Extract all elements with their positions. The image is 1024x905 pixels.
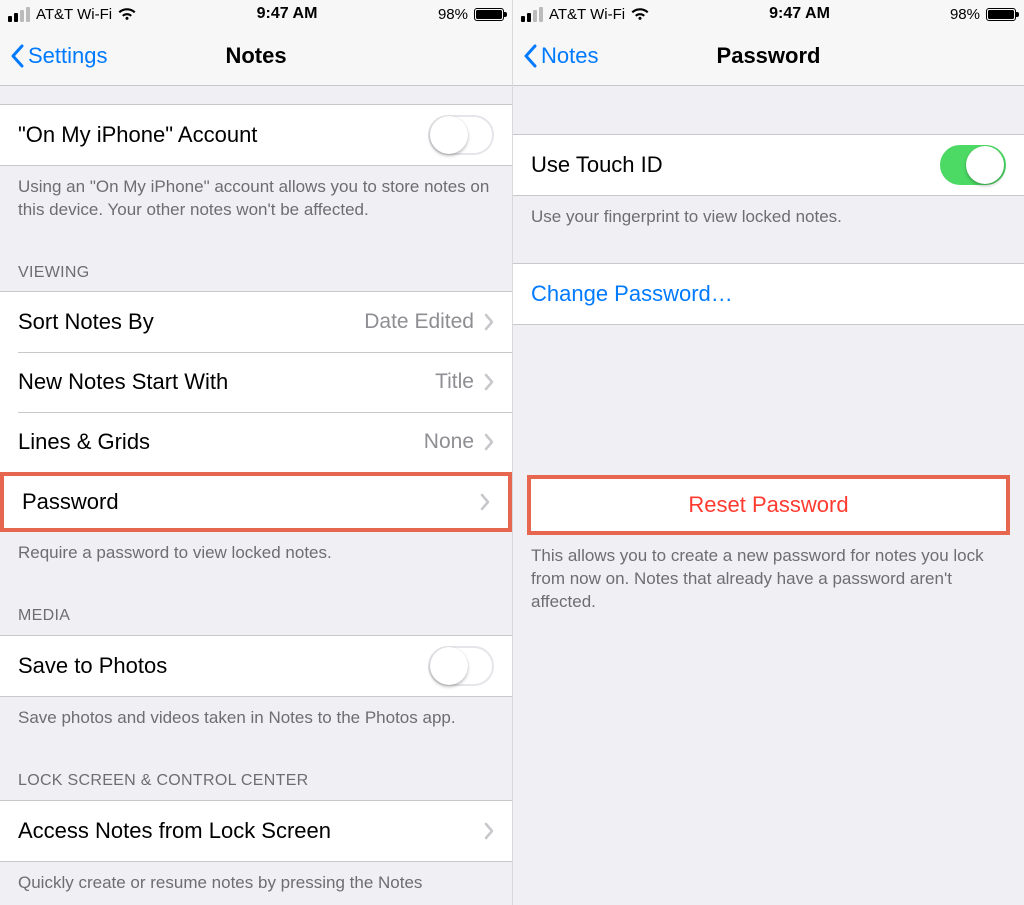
signal-icon — [521, 7, 543, 22]
chevron-left-icon — [10, 44, 24, 68]
reset-password-label: Reset Password — [688, 492, 848, 518]
carrier-label: AT&T Wi-Fi — [36, 6, 112, 23]
use-touch-id-label: Use Touch ID — [531, 152, 940, 178]
new-notes-start-label: New Notes Start With — [18, 369, 435, 395]
back-button[interactable]: Settings — [10, 43, 108, 69]
chevron-left-icon — [523, 44, 537, 68]
viewing-header: VIEWING — [0, 236, 512, 292]
save-to-photos-footer: Save photos and videos taken in Notes to… — [0, 697, 512, 744]
password-label: Password — [22, 489, 480, 515]
on-my-iphone-label: "On My iPhone" Account — [18, 122, 428, 148]
chevron-right-icon — [484, 313, 494, 331]
reset-password-footer: This allows you to create a new password… — [513, 535, 1024, 628]
change-password-label: Change Password… — [531, 281, 1006, 307]
lines-grids-row[interactable]: Lines & Grids None — [0, 412, 512, 472]
lines-grids-label: Lines & Grids — [18, 429, 424, 455]
status-time: 9:47 AM — [769, 5, 830, 23]
chevron-right-icon — [484, 822, 494, 840]
save-to-photos-toggle[interactable] — [428, 646, 494, 686]
save-to-photos-row[interactable]: Save to Photos — [0, 636, 512, 696]
notes-settings-screen: AT&T Wi-Fi 9:47 AM 98% Settings Notes "O… — [0, 0, 512, 905]
chevron-right-icon — [484, 433, 494, 451]
battery-percent: 98% — [438, 6, 468, 23]
lines-grids-value: None — [424, 430, 474, 454]
on-my-iphone-row[interactable]: "On My iPhone" Account — [0, 105, 512, 165]
use-touch-id-row[interactable]: Use Touch ID — [513, 135, 1024, 195]
chevron-right-icon — [480, 493, 490, 511]
nav-bar: Settings Notes — [0, 26, 512, 86]
password-footer: Require a password to view locked notes. — [0, 532, 512, 579]
battery-icon — [986, 8, 1016, 21]
status-bar: AT&T Wi-Fi 9:47 AM 98% — [513, 0, 1024, 26]
touch-id-footer: Use your fingerprint to view locked note… — [513, 196, 1024, 243]
password-settings-screen: AT&T Wi-Fi 9:47 AM 98% Notes Password Us… — [512, 0, 1024, 905]
save-to-photos-label: Save to Photos — [18, 653, 428, 679]
reset-password-row[interactable]: Reset Password — [527, 475, 1010, 535]
media-header: MEDIA — [0, 579, 512, 635]
access-lock-label: Access Notes from Lock Screen — [18, 818, 484, 844]
new-notes-start-row[interactable]: New Notes Start With Title — [0, 352, 512, 412]
status-bar: AT&T Wi-Fi 9:47 AM 98% — [0, 0, 512, 26]
sort-notes-value: Date Edited — [364, 310, 474, 334]
signal-icon — [8, 7, 30, 22]
change-password-row[interactable]: Change Password… — [513, 264, 1024, 324]
battery-icon — [474, 8, 504, 21]
back-label: Notes — [541, 43, 598, 69]
new-notes-start-value: Title — [435, 370, 474, 394]
wifi-icon — [631, 7, 649, 21]
sort-notes-label: Sort Notes By — [18, 309, 364, 335]
access-lock-row[interactable]: Access Notes from Lock Screen — [0, 801, 512, 861]
lock-screen-header: LOCK SCREEN & CONTROL CENTER — [0, 744, 512, 800]
on-my-iphone-toggle[interactable] — [428, 115, 494, 155]
carrier-label: AT&T Wi-Fi — [549, 6, 625, 23]
access-lock-footer: Quickly create or resume notes by pressi… — [0, 862, 512, 905]
back-label: Settings — [28, 43, 108, 69]
back-button[interactable]: Notes — [523, 43, 598, 69]
chevron-right-icon — [484, 373, 494, 391]
battery-percent: 98% — [950, 6, 980, 23]
password-row[interactable]: Password — [0, 472, 512, 532]
use-touch-id-toggle[interactable] — [940, 145, 1006, 185]
status-time: 9:47 AM — [257, 5, 318, 23]
wifi-icon — [118, 7, 136, 21]
sort-notes-row[interactable]: Sort Notes By Date Edited — [0, 292, 512, 352]
nav-bar: Notes Password — [513, 26, 1024, 86]
on-my-iphone-footer: Using an "On My iPhone" account allows y… — [0, 166, 512, 236]
